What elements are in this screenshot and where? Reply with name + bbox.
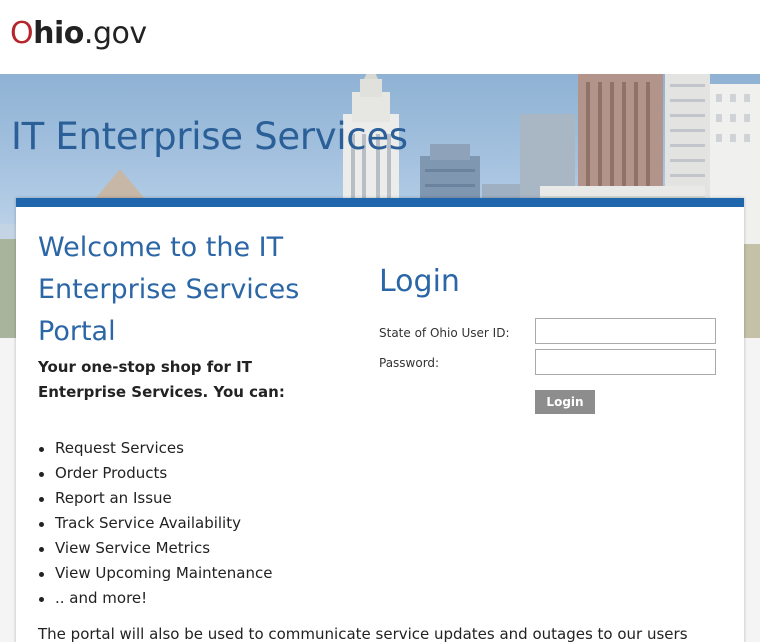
welcome-tagline: Your one-stop shop for IT Enterprise Ser… [38, 358, 285, 401]
list-item-label: Report an Issue [55, 489, 172, 507]
bullet-icon [39, 547, 44, 552]
list-item: Report an Issue [38, 486, 272, 511]
bullet-icon [39, 572, 44, 577]
password-input[interactable] [535, 349, 716, 375]
list-item-label: Order Products [55, 464, 168, 482]
list-item: .. and more! [38, 586, 272, 611]
login-button[interactable]: Login [535, 390, 595, 414]
logo-letters-hio: hio [33, 16, 84, 51]
login-heading: Login [379, 264, 460, 299]
list-item-label: Request Services [55, 439, 184, 457]
site-header: Ohio. gov [0, 0, 760, 74]
feature-list: Request Services Order Products Report a… [38, 436, 272, 611]
bullet-icon [39, 447, 44, 452]
content-card: Welcome to the IT Enterprise Services Po… [16, 198, 744, 642]
portal-note: The portal will also be used to communic… [38, 625, 688, 642]
list-item: Request Services [38, 436, 272, 461]
list-item-label: .. and more! [55, 589, 148, 607]
list-item: Order Products [38, 461, 272, 486]
list-item: View Upcoming Maintenance [38, 561, 272, 586]
user-id-label: State of Ohio User ID: [379, 326, 510, 340]
list-item: View Service Metrics [38, 536, 272, 561]
user-id-input[interactable] [535, 318, 716, 344]
logo-dot: . [83, 16, 94, 51]
bullet-icon [39, 522, 44, 527]
banner-title: IT Enterprise Services [11, 115, 408, 158]
bullet-icon [39, 472, 44, 477]
ohio-gov-logo[interactable]: Ohio. gov [10, 14, 147, 54]
bullet-icon [39, 597, 44, 602]
list-item: Track Service Availability [38, 511, 272, 536]
page: Ohio. gov IT Enterprise Services Welcome… [0, 0, 760, 642]
list-item-label: View Upcoming Maintenance [55, 564, 273, 582]
list-item-label: Track Service Availability [55, 514, 241, 532]
list-item-label: View Service Metrics [55, 539, 211, 557]
logo-letter-o: O [10, 16, 34, 51]
bullet-icon [39, 497, 44, 502]
logo-letters-gov: gov [92, 16, 147, 51]
welcome-heading: Welcome to the IT Enterprise Services Po… [38, 232, 300, 347]
password-label: Password: [379, 356, 440, 370]
